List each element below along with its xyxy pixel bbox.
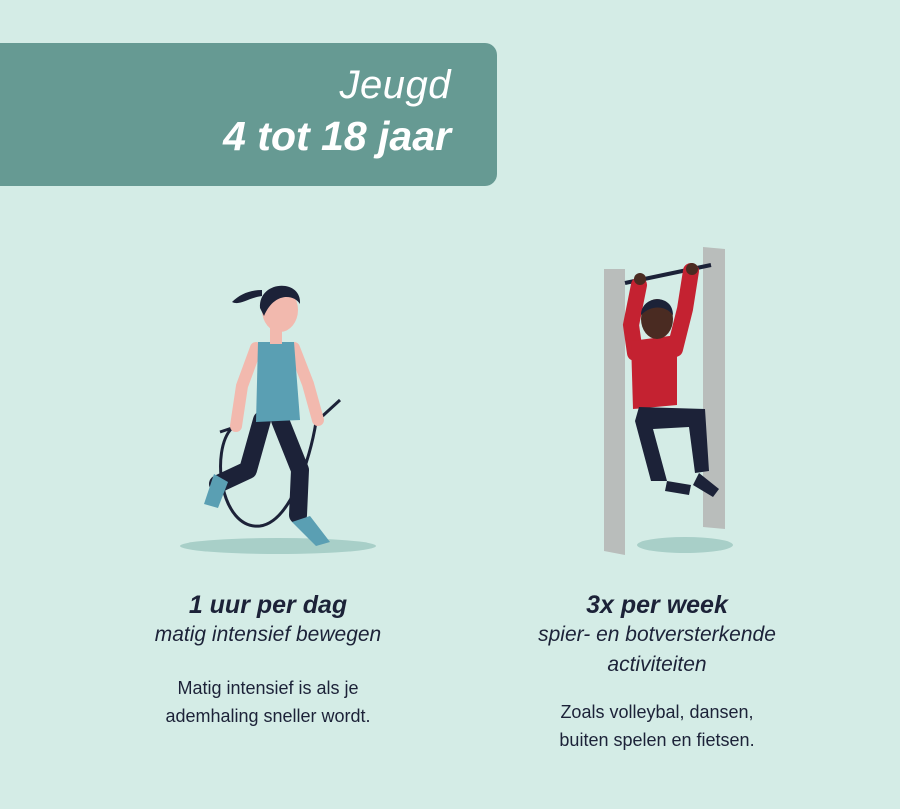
right-column: 3x per week spier- en botversterkende ac…	[487, 590, 827, 754]
girl-skipping-rope-illustration	[180, 285, 376, 554]
left-pole	[604, 269, 625, 555]
ponytail	[232, 290, 262, 304]
left-column: 1 uur per dag matig intensief bewegen Ma…	[98, 590, 438, 730]
child-hanging-illustration	[604, 247, 733, 555]
right-subline-line1: spier- en botversterkende	[538, 623, 776, 646]
right-headline: 3x per week	[586, 591, 728, 619]
left-shoe	[665, 481, 691, 495]
right-subline-line2: activiteiten	[607, 653, 707, 676]
left-headline: 1 uur per dag	[188, 591, 348, 619]
left-subline: matig intensief bewegen	[154, 623, 382, 646]
left-arm	[230, 342, 262, 432]
right-arm	[667, 263, 699, 357]
right-body: Zoals volleybal, dansen, buiten spelen e…	[487, 698, 827, 754]
left-body-line2: ademhaling sneller wordt.	[165, 706, 371, 726]
tank-top	[256, 342, 300, 422]
left-body: Matig intensief is als je ademhaling sne…	[98, 674, 438, 730]
ground-shadow	[180, 538, 376, 554]
banner-title: Jeugd	[339, 63, 451, 107]
ground-shadow	[637, 537, 733, 553]
right-body-line2: buiten spelen en fietsen.	[559, 730, 755, 750]
red-sweater	[631, 335, 677, 409]
banner-age-range: 4 tot 18 jaar	[223, 113, 451, 159]
title-banner: Jeugd 4 tot 18 jaar	[0, 43, 497, 186]
left-body-line1: Matig intensief is als je	[177, 678, 359, 698]
legs	[635, 407, 709, 481]
front-leg	[271, 411, 309, 524]
right-body-line1: Zoals volleybal, dansen,	[560, 702, 754, 722]
